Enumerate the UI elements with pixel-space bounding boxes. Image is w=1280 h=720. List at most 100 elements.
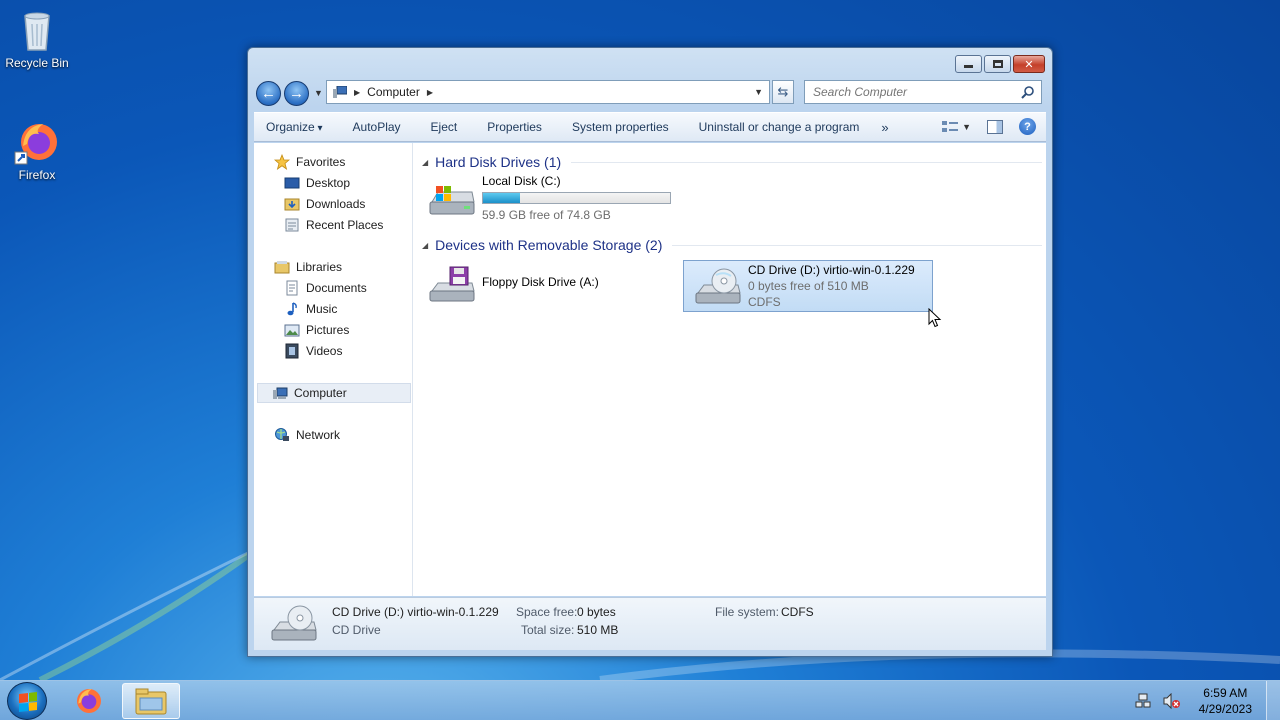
group-title: Devices with Removable Storage (2) xyxy=(435,237,663,253)
desktop-folder-icon xyxy=(284,175,300,191)
nav-videos[interactable]: Videos xyxy=(284,341,342,361)
nav-documents-label: Documents xyxy=(306,281,367,295)
breadcrumb-chevron-icon[interactable]: ▶ xyxy=(427,88,433,97)
maximize-button[interactable] xyxy=(984,55,1011,73)
preview-pane-button[interactable] xyxy=(987,119,1003,134)
taskbar-explorer[interactable] xyxy=(122,683,180,719)
computer-icon xyxy=(272,385,288,401)
nav-music[interactable]: Music xyxy=(284,299,337,319)
start-button[interactable] xyxy=(7,682,47,720)
nav-pictures[interactable]: Pictures xyxy=(284,320,349,340)
drives-pane: ◢ Hard Disk Drives (1) Local Disk (C:) 5… xyxy=(414,143,1046,596)
navigation-row: ← → ▼ ▶ Computer ▶ ▼ ⇆ xyxy=(256,80,1044,106)
nav-computer[interactable]: Computer xyxy=(257,383,411,403)
drive-c-capacity-bar xyxy=(482,192,671,204)
system-tray: 6:59 AM 4/29/2023 xyxy=(1135,681,1252,720)
forward-button[interactable]: → xyxy=(284,81,309,106)
organize-button[interactable]: Organize xyxy=(266,120,323,134)
taskbar-firefox[interactable] xyxy=(60,683,118,719)
details-filesystem-label: File system: xyxy=(715,605,780,619)
nav-music-label: Music xyxy=(306,302,338,316)
recycle-bin-label: Recycle Bin xyxy=(5,56,69,70)
breadcrumb-chevron-icon[interactable]: ▶ xyxy=(354,88,360,97)
libraries-icon xyxy=(274,259,290,275)
show-desktop-button[interactable] xyxy=(1266,681,1280,720)
clock[interactable]: 6:59 AM 4/29/2023 xyxy=(1199,685,1252,717)
nav-recent-places[interactable]: Recent Places xyxy=(284,215,383,235)
help-button[interactable]: ? xyxy=(1019,118,1036,135)
nav-favorites[interactable]: Favorites xyxy=(273,152,345,172)
view-options-icon xyxy=(942,120,959,132)
system-properties-button[interactable]: System properties xyxy=(572,120,669,134)
recycle-bin-shortcut[interactable]: Recycle Bin xyxy=(0,6,74,70)
view-dropdown-icon: ▼ xyxy=(962,121,971,132)
breadcrumb-computer[interactable]: Computer xyxy=(367,85,420,99)
nav-desktop-label: Desktop xyxy=(306,176,351,190)
nav-videos-label: Videos xyxy=(306,344,343,358)
minimize-icon xyxy=(964,65,973,68)
firefox-shortcut[interactable]: Firefox xyxy=(0,118,74,182)
windows-logo-icon xyxy=(19,692,37,712)
properties-button[interactable]: Properties xyxy=(487,120,542,134)
content-area: Favorites Desktop Downloads Recent Place… xyxy=(254,143,1046,596)
address-bar[interactable]: ▶ Computer ▶ ▼ xyxy=(326,80,770,104)
star-icon xyxy=(273,153,291,170)
group-title: Hard Disk Drives (1) xyxy=(435,154,562,170)
drive-a[interactable]: Floppy Disk Drive (A:) xyxy=(418,259,668,311)
collapse-triangle-icon[interactable]: ◢ xyxy=(422,241,428,250)
nav-computer-label: Computer xyxy=(294,386,347,400)
search-icon[interactable] xyxy=(1021,85,1035,99)
floppy-drive-icon xyxy=(429,266,475,302)
forward-arrow-icon: → xyxy=(289,85,304,102)
hard-disk-icon xyxy=(429,186,475,215)
recent-pages-dropdown[interactable]: ▼ xyxy=(314,88,323,98)
drive-d-filesystem: CDFS xyxy=(748,295,781,309)
close-icon: ✕ xyxy=(1024,58,1034,71)
details-space-free-value: 0 bytes xyxy=(577,605,616,619)
uninstall-program-button[interactable]: Uninstall or change a program xyxy=(699,120,860,134)
computer-icon xyxy=(333,86,347,98)
more-commands-button[interactable]: » xyxy=(881,120,888,135)
autoplay-button[interactable]: AutoPlay xyxy=(353,120,401,134)
collapse-triangle-icon[interactable]: ◢ xyxy=(422,158,428,167)
search-input[interactable] xyxy=(805,85,1015,99)
drive-c[interactable]: Local Disk (C:) 59.9 GB free of 74.8 GB xyxy=(418,172,680,224)
videos-icon xyxy=(284,343,300,359)
group-divider xyxy=(672,244,1042,246)
group-hard-disk-drives[interactable]: ◢ Hard Disk Drives (1) xyxy=(422,152,1042,172)
refresh-button[interactable]: ⇆ xyxy=(772,80,794,104)
navigation-pane: Favorites Desktop Downloads Recent Place… xyxy=(254,143,413,596)
close-button[interactable]: ✕ xyxy=(1013,55,1045,73)
address-dropdown-icon[interactable]: ▼ xyxy=(754,87,763,97)
details-space-free-label: Space free: xyxy=(516,605,578,619)
drive-d[interactable]: CD Drive (D:) virtio-win-0.1.229 0 bytes… xyxy=(683,260,933,312)
pictures-icon xyxy=(284,322,300,338)
nav-network-label: Network xyxy=(296,428,341,442)
change-view-button[interactable]: ▼ xyxy=(942,120,971,134)
nav-desktop[interactable]: Desktop xyxy=(284,173,350,193)
back-button[interactable]: ← xyxy=(256,81,281,106)
command-bar: Organize AutoPlay Eject Properties Syste… xyxy=(254,112,1046,142)
nav-network[interactable]: Network xyxy=(274,425,340,445)
clock-time: 6:59 AM xyxy=(1203,686,1248,700)
nav-downloads[interactable]: Downloads xyxy=(284,194,365,214)
group-removable-storage[interactable]: ◢ Devices with Removable Storage (2) xyxy=(422,235,1042,255)
folder-icon xyxy=(135,688,167,715)
minimize-button[interactable] xyxy=(955,55,982,73)
nav-libraries[interactable]: Libraries xyxy=(274,257,342,277)
clock-date: 4/29/2023 xyxy=(1198,702,1252,716)
search-box[interactable] xyxy=(804,80,1042,104)
details-total-size-label: Total size: xyxy=(521,623,575,637)
details-drive-name: CD Drive (D:) virtio-win-0.1.229 xyxy=(332,605,499,619)
documents-icon xyxy=(284,280,300,296)
nav-downloads-label: Downloads xyxy=(306,197,366,211)
music-note-icon xyxy=(284,301,300,317)
nav-pictures-label: Pictures xyxy=(306,323,350,337)
nav-documents[interactable]: Documents xyxy=(284,278,367,298)
volume-muted-icon[interactable] xyxy=(1163,693,1181,709)
eject-button[interactable]: Eject xyxy=(431,120,458,134)
firefox-icon xyxy=(77,689,101,713)
details-total-size-value: 510 MB xyxy=(577,623,619,637)
network-status-icon[interactable] xyxy=(1135,693,1151,709)
taskbar: 6:59 AM 4/29/2023 xyxy=(0,680,1280,720)
